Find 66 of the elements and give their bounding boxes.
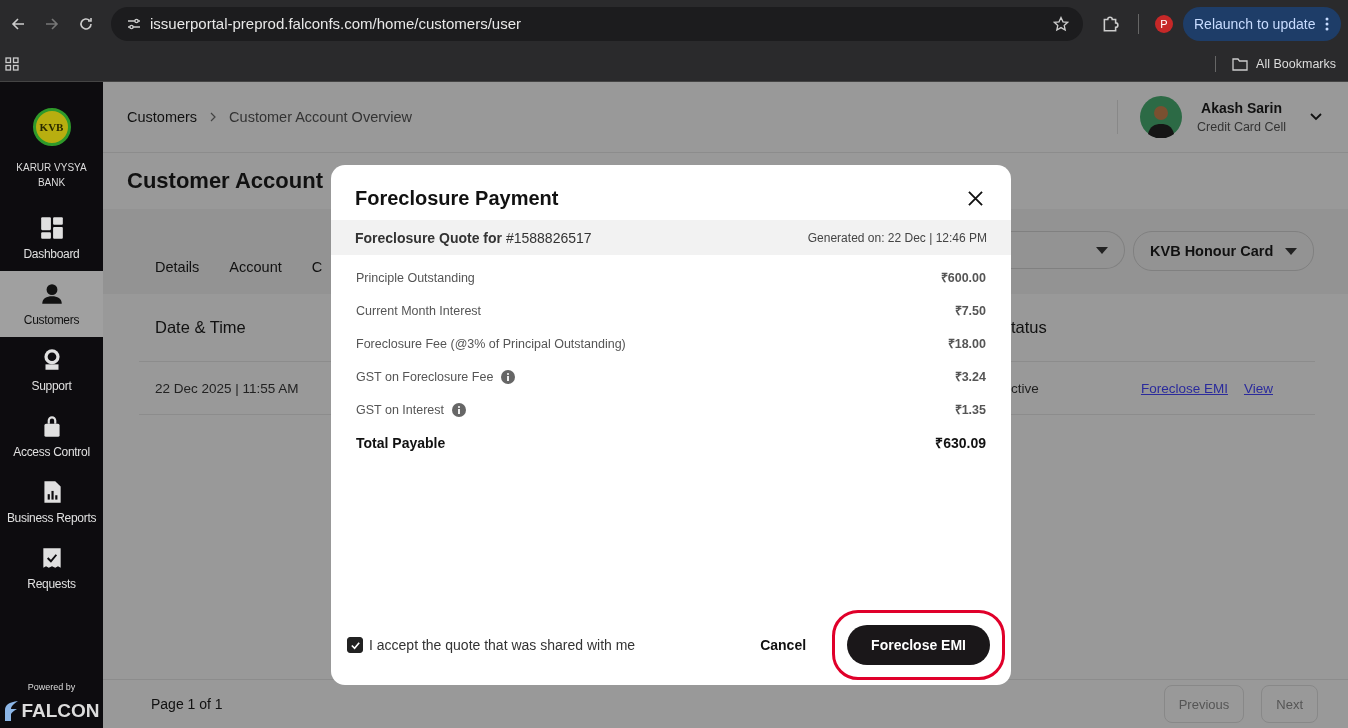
page-info: Page 1 of 1 xyxy=(151,696,223,712)
close-icon[interactable] xyxy=(968,191,983,206)
bank-logo: KVB xyxy=(32,108,71,146)
total-amount: ₹630.09 xyxy=(935,434,986,452)
generated-date: Generated on: 22 Dec | 12:46 PM xyxy=(807,230,987,245)
nav-item[interactable]: Access Control xyxy=(0,403,103,469)
nav-item[interactable]: Support xyxy=(0,337,103,403)
user-role: Credit Card Cell xyxy=(1197,120,1286,134)
address-bar[interactable]: issuerportal-preprod.falconfs.com/home/customers/user xyxy=(111,6,1083,41)
bank-name: KARUR VYSYA BANK xyxy=(15,161,88,190)
charge-label: Current Month Interest xyxy=(356,303,482,318)
nav-item[interactable]: Dashboard xyxy=(0,205,103,271)
powered-by-label: Powered by xyxy=(26,682,77,692)
avatar xyxy=(1140,96,1183,138)
extensions-icon[interactable] xyxy=(1101,14,1119,33)
nav-item[interactable]: Requests xyxy=(0,535,103,601)
falcon-logo: FALCON xyxy=(0,700,103,722)
foreclose-emi-button[interactable]: Foreclose EMI xyxy=(847,625,990,665)
relaunch-button[interactable]: Relaunch to update xyxy=(1183,6,1342,41)
tab[interactable]: Details xyxy=(155,259,200,275)
forward-icon[interactable] xyxy=(44,15,60,32)
quote-title: Foreclosure Quote for #1588826517 xyxy=(355,229,592,246)
charge-label: GST on Foreclosure Fee xyxy=(356,369,494,384)
charge-amount: ₹18.00 xyxy=(947,336,986,352)
charge-label: Foreclosure Fee (@3% of Principal Outstanding) xyxy=(356,336,626,351)
folder-icon xyxy=(1232,57,1249,71)
charge-amount: ₹1.35 xyxy=(954,402,986,418)
nav-item[interactable]: Customers xyxy=(0,271,103,337)
breadcrumb-current: Customer Account Overview xyxy=(229,109,413,125)
back-icon[interactable] xyxy=(10,15,26,32)
caret-down-icon xyxy=(1096,246,1108,254)
charge-amount: ₹600.00 xyxy=(940,270,986,286)
table-cell-text: 22 Dec 2025 | 11:55 AM xyxy=(154,380,300,396)
action-link[interactable]: View xyxy=(1243,380,1273,396)
user-name: Akash Sarin xyxy=(1201,100,1282,116)
more-icon xyxy=(1325,16,1330,31)
cancel-button[interactable]: Cancel xyxy=(754,636,813,654)
apps-grid-icon[interactable] xyxy=(5,57,19,71)
charge-label: Principle Outstanding xyxy=(356,270,475,285)
breadcrumb-link[interactable]: Customers xyxy=(127,109,198,125)
checkbox[interactable] xyxy=(347,637,363,653)
card-dropdown[interactable]: KVB Honour Card xyxy=(1133,231,1315,271)
action-link[interactable]: Foreclose EMI xyxy=(1140,380,1228,396)
charge-label: GST on Interest xyxy=(356,402,444,417)
tab[interactable]: Account xyxy=(229,259,282,275)
info-icon[interactable] xyxy=(452,402,466,417)
chevron-down-icon[interactable] xyxy=(1310,113,1322,121)
column-header: Date & Time xyxy=(154,318,247,337)
info-icon[interactable] xyxy=(501,369,516,384)
bookmarks-folder[interactable]: All Bookmarks xyxy=(1232,57,1336,71)
reload-icon[interactable] xyxy=(78,15,94,32)
charge-amount: ₹3.24 xyxy=(954,369,986,385)
dialog-title: Foreclosure Payment xyxy=(355,187,559,210)
dashboard-icon xyxy=(38,215,65,241)
tab[interactable]: C xyxy=(311,259,323,275)
charge-amount: ₹7.50 xyxy=(954,303,986,319)
total-label: Total Payable xyxy=(356,434,446,451)
column-header: tatus xyxy=(1011,318,1048,337)
star-icon[interactable] xyxy=(1053,15,1069,32)
table-cell: ctive xyxy=(1011,380,1039,396)
profile-avatar[interactable]: P xyxy=(1155,14,1173,33)
page-title: Customer Account xyxy=(127,168,323,194)
checkmark-icon xyxy=(349,639,361,651)
checkbox-label: I accept the quote that was shared with me xyxy=(369,637,636,653)
nav-item[interactable]: Business Reports xyxy=(0,469,103,535)
caret-down-icon xyxy=(1285,247,1298,255)
